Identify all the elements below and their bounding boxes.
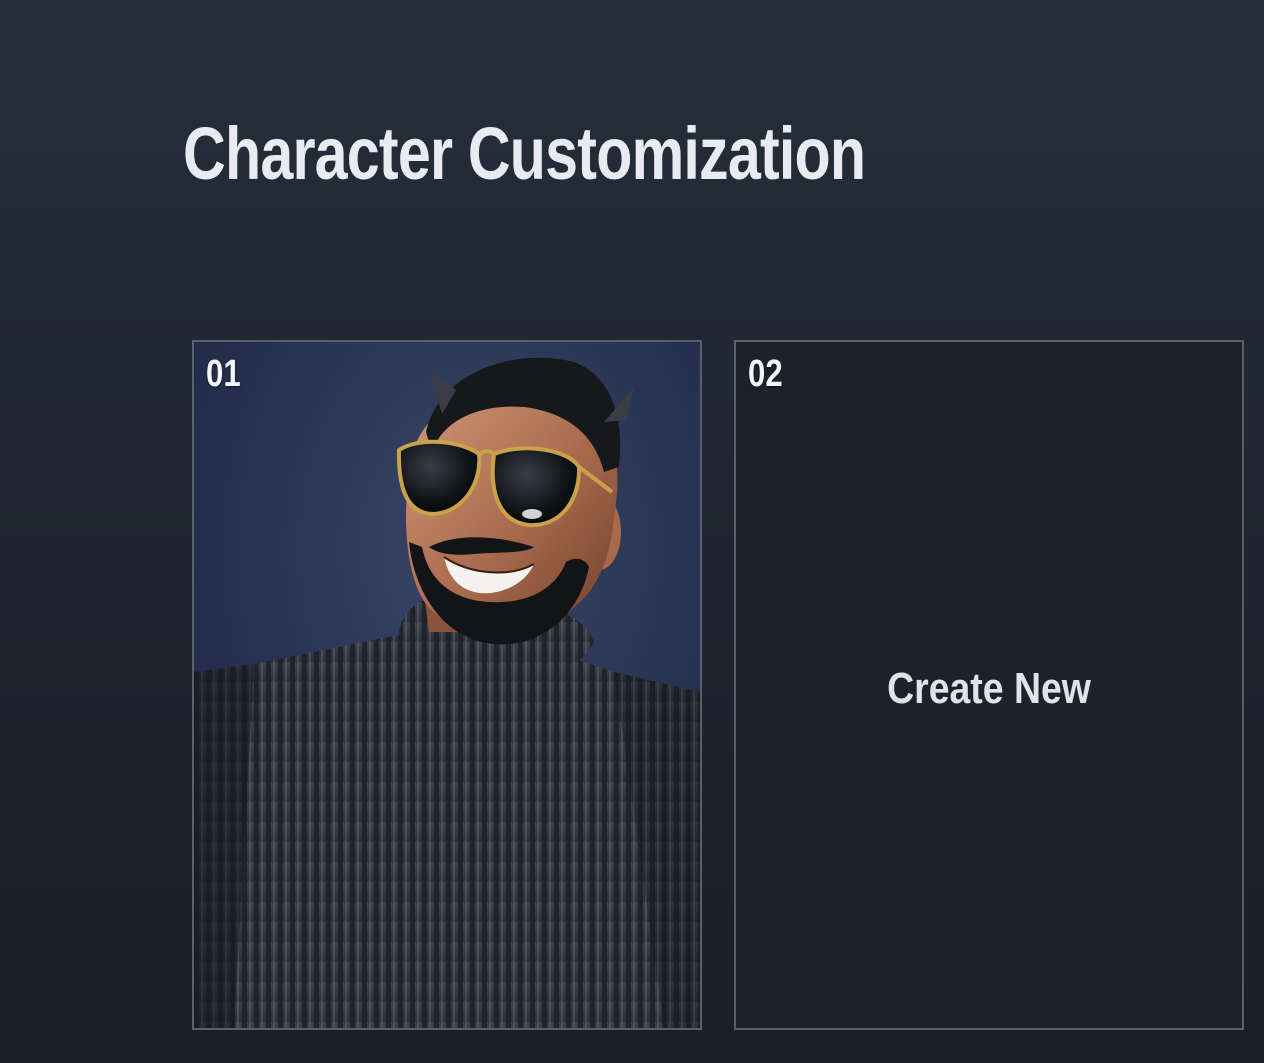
character-slot-02[interactable]: 02 Create New bbox=[734, 340, 1244, 1030]
page-title: Character Customization bbox=[183, 112, 866, 195]
character-portrait bbox=[194, 342, 700, 1028]
slot-number: 01 bbox=[206, 353, 241, 395]
character-slot-01[interactable]: 01 bbox=[192, 340, 702, 1030]
slot-number: 02 bbox=[748, 353, 783, 395]
create-new-button[interactable]: Create New bbox=[774, 664, 1204, 714]
